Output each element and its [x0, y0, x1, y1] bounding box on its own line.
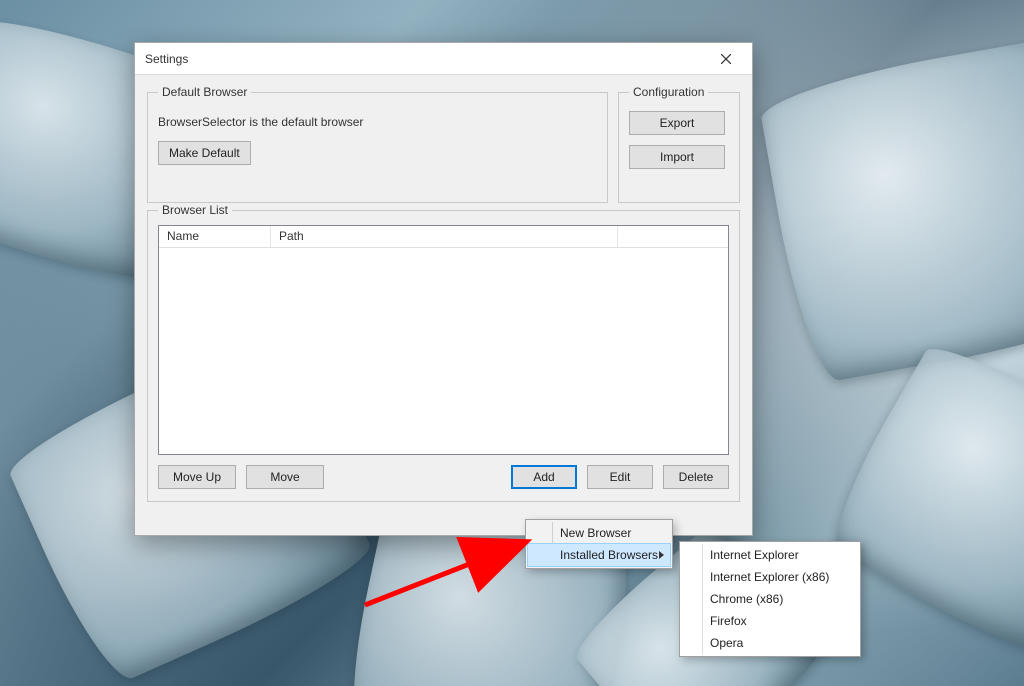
make-default-button[interactable]: Make Default — [158, 141, 251, 165]
delete-button[interactable]: Delete — [663, 465, 729, 489]
default-browser-legend: Default Browser — [158, 85, 251, 99]
move-down-button[interactable]: Move — [246, 465, 324, 489]
client-area: Default Browser BrowserSelector is the d… — [135, 75, 752, 514]
import-button[interactable]: Import — [629, 145, 725, 169]
submenu-item-firefox[interactable]: Firefox — [682, 610, 858, 632]
settings-window: Settings Default Browser BrowserSelector… — [134, 42, 753, 536]
browser-listview[interactable]: Name Path — [158, 225, 729, 455]
menu-item-label: Opera — [710, 636, 743, 650]
browser-list-group: Browser List Name Path Move Up Move Add … — [147, 203, 740, 502]
close-icon — [721, 54, 731, 64]
menu-item-label: New Browser — [560, 526, 631, 540]
default-browser-status: BrowserSelector is the default browser — [158, 115, 597, 129]
chevron-right-icon — [659, 551, 664, 559]
export-button[interactable]: Export — [629, 111, 725, 135]
listview-header: Name Path — [159, 226, 728, 248]
submenu-item-ie[interactable]: Internet Explorer — [682, 544, 858, 566]
configuration-group: Configuration Export Import — [618, 85, 740, 203]
menu-item-label: Firefox — [710, 614, 747, 628]
menu-item-label: Internet Explorer (x86) — [710, 570, 829, 584]
submenu-item-chrome-x86[interactable]: Chrome (x86) — [682, 588, 858, 610]
column-path[interactable]: Path — [271, 226, 618, 247]
listview-body[interactable] — [159, 248, 728, 454]
installed-browsers-submenu[interactable]: Internet Explorer Internet Explorer (x86… — [679, 541, 861, 657]
edit-button[interactable]: Edit — [587, 465, 653, 489]
menu-item-installed-browsers[interactable]: Installed Browsers — [528, 544, 670, 566]
browser-list-legend: Browser List — [158, 203, 232, 217]
close-button[interactable] — [706, 45, 746, 73]
configuration-legend: Configuration — [629, 85, 708, 99]
menu-item-label: Installed Browsers — [560, 548, 658, 562]
titlebar[interactable]: Settings — [135, 43, 752, 75]
submenu-item-ie-x86[interactable]: Internet Explorer (x86) — [682, 566, 858, 588]
column-spacer — [618, 226, 728, 247]
add-button[interactable]: Add — [511, 465, 577, 489]
window-title: Settings — [145, 52, 706, 66]
add-menu[interactable]: New Browser Installed Browsers — [525, 519, 673, 569]
column-name[interactable]: Name — [159, 226, 271, 247]
default-browser-group: Default Browser BrowserSelector is the d… — [147, 85, 608, 203]
menu-item-label: Chrome (x86) — [710, 592, 783, 606]
menu-item-new-browser[interactable]: New Browser — [528, 522, 670, 544]
submenu-item-opera[interactable]: Opera — [682, 632, 858, 654]
move-up-button[interactable]: Move Up — [158, 465, 236, 489]
menu-item-label: Internet Explorer — [710, 548, 799, 562]
